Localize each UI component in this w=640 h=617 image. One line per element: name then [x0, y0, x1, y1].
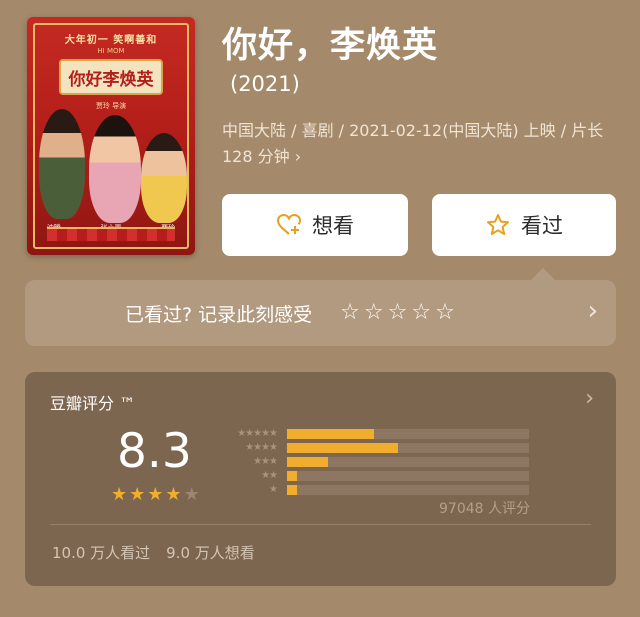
distribution-bar: [287, 429, 375, 439]
want-to-watch-label: 想看: [312, 214, 354, 238]
divider: [50, 524, 591, 525]
rate-star-2[interactable]: ☆: [364, 302, 384, 324]
record-prompt: 已看过? 记录此刻感受: [125, 303, 313, 326]
rating-score: 8.3: [117, 424, 192, 479]
distribution-stars-label: ★★★★★: [237, 428, 278, 439]
poster-title: 你好李焕英: [59, 59, 163, 95]
rating-count: 97048 人评分: [439, 501, 530, 517]
watched-label: 看过: [521, 214, 563, 238]
record-feeling-bar[interactable]: 已看过? 记录此刻感受 ☆ ☆ ☆ ☆ ☆ ›: [25, 268, 616, 346]
poster-stage: [47, 227, 175, 241]
rate-star-3[interactable]: ☆: [388, 302, 408, 324]
rate-stars[interactable]: ☆ ☆ ☆ ☆ ☆: [340, 302, 455, 324]
poster-english-title: HI MOM: [97, 47, 125, 55]
poster-figure-right: [141, 133, 187, 223]
star-filled-icon: ★: [129, 484, 146, 505]
distribution-bar: [287, 457, 329, 467]
watched-button[interactable]: 看过: [432, 194, 616, 256]
distribution-stars-label: ★★: [261, 470, 278, 481]
star-empty-icon: ★: [183, 484, 200, 505]
rate-star-5[interactable]: ☆: [435, 302, 455, 324]
star-outline-icon: [485, 212, 511, 238]
rating-distribution-row: ★★★: [217, 455, 529, 469]
rating-distribution-row: ★★★★★: [217, 427, 529, 441]
chevron-right-icon[interactable]: ›: [585, 386, 594, 411]
star-filled-icon: ★: [165, 484, 182, 505]
distribution-bar-track: [287, 485, 529, 495]
distribution-bar-track: [287, 443, 529, 453]
distribution-bar-track: [287, 457, 529, 467]
watch-stats: 10.0 万人看过 9.0 万人想看: [52, 542, 255, 563]
poster-figure-left: [39, 109, 85, 219]
seen-count[interactable]: 10.0 万人看过: [52, 542, 150, 563]
distribution-stars-label: ★★★: [253, 456, 278, 467]
want-count[interactable]: 9.0 万人想看: [166, 542, 255, 563]
distribution-bar: [287, 485, 297, 495]
distribution-stars-label: ★★★★: [245, 442, 278, 453]
rate-star-1[interactable]: ☆: [340, 302, 360, 324]
rating-distribution: ★★★★★ ★★★★ ★★★ ★★ ★: [217, 427, 529, 497]
distribution-bar: [287, 471, 297, 481]
rating-distribution-row: ★★: [217, 469, 529, 483]
poster-figure-center: [89, 115, 141, 223]
want-to-watch-button[interactable]: 想看: [222, 194, 408, 256]
movie-title: 你好，李焕英: [222, 26, 439, 66]
star-filled-icon: ★: [147, 484, 164, 505]
star-filled-icon: ★: [111, 484, 128, 505]
rating-label: 豆瓣评分 ™: [50, 394, 136, 413]
distribution-bar: [287, 443, 399, 453]
distribution-bar-track: [287, 429, 529, 439]
rate-star-4[interactable]: ☆: [411, 302, 431, 324]
distribution-bar-track: [287, 471, 529, 481]
heart-plus-icon: [276, 212, 302, 238]
movie-year: (2021): [230, 72, 300, 96]
distribution-stars-label: ★: [269, 484, 278, 495]
poster-tagline: 大年初一 笑啊善和: [64, 35, 158, 46]
douban-rating-card[interactable]: 豆瓣评分 ™ › 8.3 ★ ★ ★ ★ ★ ★★★★★ ★★★★ ★★★ ★★ ★ 97048…: [25, 372, 616, 586]
movie-meta[interactable]: 中国大陆 / 喜剧 / 2021-02-12(中国大陆) 上映 / 片长 128…: [222, 118, 622, 170]
poster-credit: 贾玲 导演: [95, 102, 127, 110]
movie-poster[interactable]: 大年初一 笑啊善和 HI MOM 你好李焕英 贾玲 导演 沈腾 张小斐 贾玲: [27, 17, 195, 255]
chevron-right-icon[interactable]: ›: [588, 298, 598, 324]
rating-distribution-row: ★★★★: [217, 441, 529, 455]
rating-distribution-row: ★: [217, 483, 529, 497]
rating-stars: ★ ★ ★ ★ ★: [111, 486, 200, 504]
